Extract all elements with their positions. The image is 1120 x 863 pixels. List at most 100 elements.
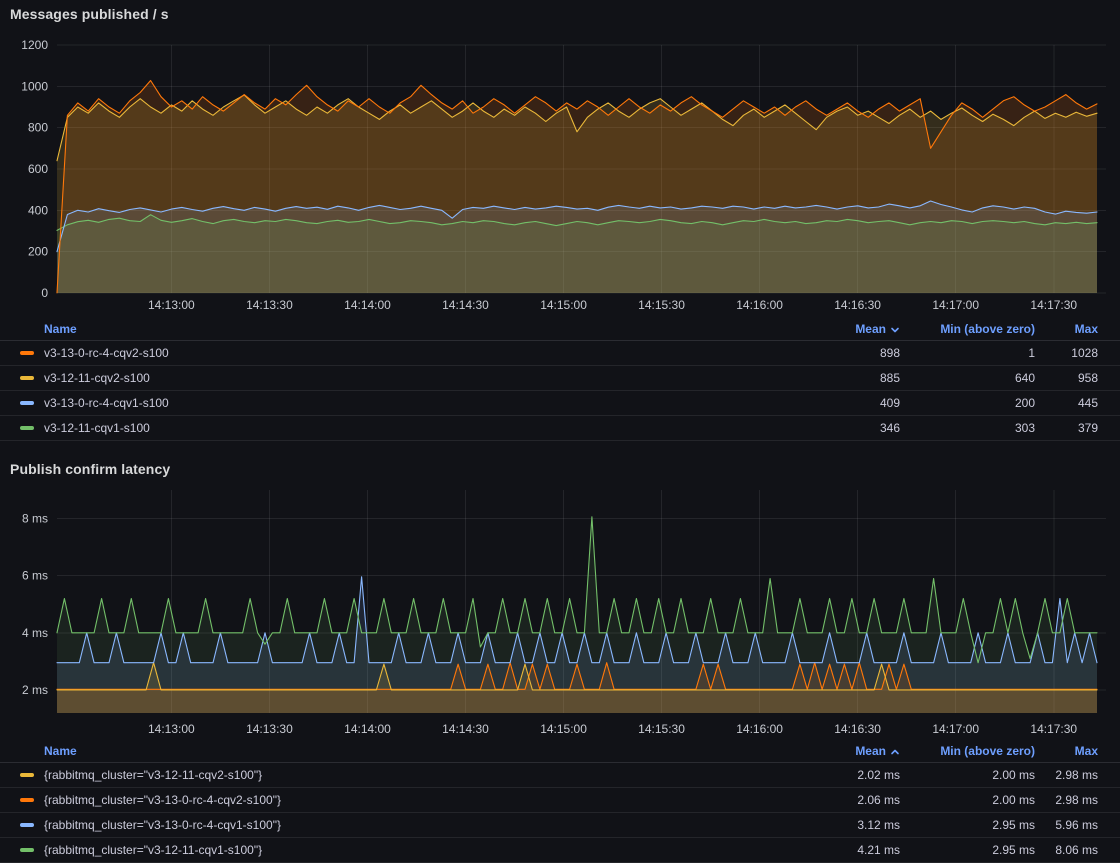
mean-value: 2.02 ms: [770, 768, 900, 782]
x-axis-tick-label: 14:17:00: [932, 298, 979, 312]
swatch-cell: [20, 426, 44, 430]
min-value: 2.00 ms: [900, 793, 1035, 807]
sort-caret-icon: [890, 325, 900, 335]
legend-header-mean[interactable]: Mean: [770, 744, 900, 758]
legend-row[interactable]: v3-13-0-rc-4-cqv2-s100 898 1 1028: [0, 341, 1120, 366]
max-value: 379: [1035, 421, 1098, 435]
legend-row[interactable]: {rabbitmq_cluster="v3-12-11-cqv2-s100"} …: [0, 763, 1120, 788]
legend-header-min[interactable]: Min (above zero): [900, 744, 1035, 758]
timeseries-chart[interactable]: 2 ms4 ms6 ms8 ms14:13:0014:13:3014:14:00…: [0, 482, 1120, 740]
series-color-swatch[interactable]: [20, 848, 34, 852]
swatch-cell: [20, 848, 44, 852]
swatch-cell: [20, 376, 44, 380]
x-axis-tick-label: 14:13:30: [246, 722, 293, 736]
min-value: 2.95 ms: [900, 818, 1035, 832]
panel-title[interactable]: Messages published / s: [10, 6, 169, 22]
min-value: 640: [900, 371, 1035, 385]
y-axis-tick-label: 800: [28, 121, 48, 135]
y-axis-tick-label: 600: [28, 162, 48, 176]
series-name[interactable]: {rabbitmq_cluster="v3-12-11-cqv2-s100"}: [44, 768, 770, 782]
max-value: 5.96 ms: [1035, 818, 1098, 832]
legend-row[interactable]: v3-12-11-cqv1-s100 346 303 379: [0, 416, 1120, 441]
x-axis-tick-label: 14:16:00: [736, 722, 783, 736]
legend-rows: {rabbitmq_cluster="v3-12-11-cqv2-s100"} …: [0, 763, 1120, 863]
legend-header-min[interactable]: Min (above zero): [900, 322, 1035, 336]
x-axis-tick-label: 14:16:30: [834, 722, 881, 736]
mean-header-label: Mean: [855, 322, 886, 336]
legend-row[interactable]: {rabbitmq_cluster="v3-13-0-rc-4-cqv2-s10…: [0, 788, 1120, 813]
y-axis-tick-label: 4 ms: [22, 626, 48, 640]
legend-row[interactable]: v3-12-11-cqv2-s100 885 640 958: [0, 366, 1120, 391]
x-axis-tick-label: 14:13:30: [246, 298, 293, 312]
sort-caret-icon: [890, 747, 900, 757]
legend-header-max[interactable]: Max: [1035, 744, 1098, 758]
series-color-swatch[interactable]: [20, 426, 34, 430]
mean-value: 4.21 ms: [770, 843, 900, 857]
mean-value: 409: [770, 396, 900, 410]
max-value: 445: [1035, 396, 1098, 410]
legend-row[interactable]: v3-13-0-rc-4-cqv1-s100 409 200 445: [0, 391, 1120, 416]
x-axis-tick-label: 14:14:30: [442, 298, 489, 312]
legend-header-name[interactable]: Name: [44, 744, 770, 758]
y-axis-tick-label: 200: [28, 245, 48, 259]
swatch-cell: [20, 823, 44, 827]
legend-header-name[interactable]: Name: [44, 322, 770, 336]
timeseries-chart[interactable]: 02004006008001000120014:13:0014:13:3014:…: [0, 33, 1120, 317]
legend-row[interactable]: {rabbitmq_cluster="v3-13-0-rc-4-cqv1-s10…: [0, 813, 1120, 838]
x-axis-tick-label: 14:14:30: [442, 722, 489, 736]
y-axis-tick-label: 2 ms: [22, 683, 48, 697]
x-axis-tick-label: 14:17:00: [932, 722, 979, 736]
legend-header-row: Name Mean Min (above zero) Max: [0, 740, 1120, 763]
y-axis-tick-label: 8 ms: [22, 512, 48, 526]
panel-title[interactable]: Publish confirm latency: [10, 461, 170, 477]
mean-header-label: Mean: [855, 744, 886, 758]
x-axis-tick-label: 14:15:30: [638, 722, 685, 736]
max-value: 1028: [1035, 346, 1098, 360]
swatch-cell: [20, 401, 44, 405]
series-name[interactable]: v3-12-11-cqv2-s100: [44, 371, 770, 385]
x-axis-tick-label: 14:16:00: [736, 298, 783, 312]
series-color-swatch[interactable]: [20, 823, 34, 827]
series-color-swatch[interactable]: [20, 401, 34, 405]
panel-messages-published: Messages published / s 02004006008001000…: [0, 0, 1120, 436]
x-axis-tick-label: 14:17:30: [1030, 722, 1077, 736]
y-axis-tick-label: 400: [28, 203, 48, 217]
legend-table: Name Mean Min (above zero) Max {rabbitmq…: [0, 740, 1120, 863]
x-axis-tick-label: 14:13:00: [148, 298, 195, 312]
swatch-cell: [20, 351, 44, 355]
x-axis-tick-label: 14:16:30: [834, 298, 881, 312]
mean-value: 346: [770, 421, 900, 435]
mean-value: 2.06 ms: [770, 793, 900, 807]
dashboard: Messages published / s 02004006008001000…: [0, 0, 1120, 857]
legend-row[interactable]: {rabbitmq_cluster="v3-12-11-cqv1-s100"} …: [0, 838, 1120, 863]
series-color-swatch[interactable]: [20, 351, 34, 355]
mean-value: 3.12 ms: [770, 818, 900, 832]
y-axis-tick-label: 0: [41, 286, 48, 300]
x-axis-tick-label: 14:15:00: [540, 722, 587, 736]
mean-value: 885: [770, 371, 900, 385]
min-value: 200: [900, 396, 1035, 410]
max-value: 8.06 ms: [1035, 843, 1098, 857]
series-name[interactable]: v3-12-11-cqv1-s100: [44, 421, 770, 435]
series-name[interactable]: {rabbitmq_cluster="v3-13-0-rc-4-cqv2-s10…: [44, 793, 770, 807]
x-axis-tick-label: 14:14:00: [344, 722, 391, 736]
series-color-swatch[interactable]: [20, 773, 34, 777]
mean-value: 898: [770, 346, 900, 360]
x-axis-tick-label: 14:15:00: [540, 298, 587, 312]
series-name[interactable]: v3-13-0-rc-4-cqv1-s100: [44, 396, 770, 410]
series-color-swatch[interactable]: [20, 798, 34, 802]
min-value: 303: [900, 421, 1035, 435]
panel-publish-confirm-latency: Publish confirm latency 2 ms 4 ms 6 ms 8 ms…: [0, 455, 1120, 857]
series-color-swatch[interactable]: [20, 376, 34, 380]
swatch-cell: [20, 798, 44, 802]
y-axis-tick-label: 1200: [21, 38, 48, 52]
legend-rows: v3-13-0-rc-4-cqv2-s100 898 1 1028 v3-12-…: [0, 341, 1120, 441]
max-value: 958: [1035, 371, 1098, 385]
legend-header-max[interactable]: Max: [1035, 322, 1098, 336]
series-name[interactable]: {rabbitmq_cluster="v3-12-11-cqv1-s100"}: [44, 843, 770, 857]
legend-header-mean[interactable]: Mean: [770, 322, 900, 336]
series-name[interactable]: {rabbitmq_cluster="v3-13-0-rc-4-cqv1-s10…: [44, 818, 770, 832]
y-axis-tick-label: 6 ms: [22, 569, 48, 583]
series-name[interactable]: v3-13-0-rc-4-cqv2-s100: [44, 346, 770, 360]
max-value: 2.98 ms: [1035, 768, 1098, 782]
